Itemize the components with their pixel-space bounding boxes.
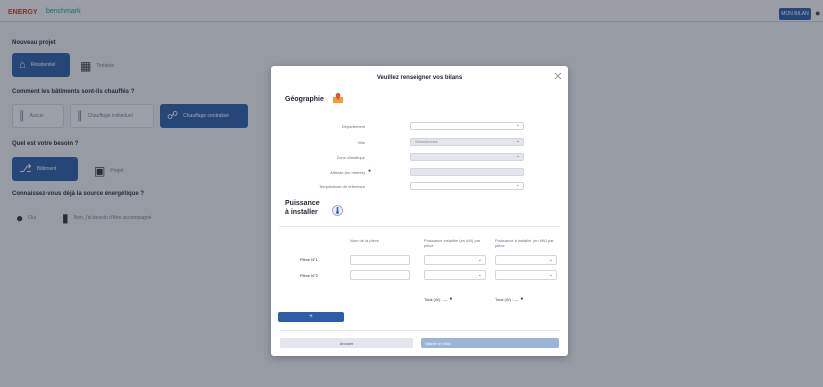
section-power-title: Puissance à installer: [285, 200, 320, 216]
field-label-department: Département: [341, 124, 365, 129]
col-header-room: Nom de la pièce: [350, 238, 379, 243]
chevron-down-icon: ⌄: [477, 257, 482, 263]
room-1-installed-select[interactable]: ⌄: [424, 255, 486, 265]
info-icon[interactable]: ●: [368, 168, 371, 174]
temperature-input[interactable]: ⌄: [410, 182, 524, 190]
chevron-down-icon: ⌄: [548, 257, 553, 263]
total-needed-value: Total (W) : —: [495, 296, 519, 302]
field-label-city: Ville: [357, 140, 366, 145]
field-label-temperature: Température de référence: [318, 184, 365, 189]
chevron-down-icon: ⌄: [515, 122, 520, 128]
divider: [279, 330, 560, 331]
info-icon[interactable]: ●: [449, 296, 452, 302]
field-label-altitude: Altitude (en mètres): [330, 170, 365, 175]
department-select[interactable]: ⌄: [410, 122, 524, 130]
divider: [279, 226, 560, 227]
chevron-down-icon: ⌄: [515, 138, 520, 144]
total-installed-value: Total (W) : —: [424, 296, 448, 302]
section-geography-title: Géographie: [285, 96, 324, 103]
add-room-button[interactable]: +: [278, 312, 344, 322]
modal-title: Veuillez renseigner vos bilans: [376, 75, 463, 81]
city-select[interactable]: Sélectionnez ⌄: [410, 138, 524, 146]
cancel-button[interactable]: Annuler: [280, 338, 413, 348]
field-value: Sélectionnez: [415, 139, 438, 144]
close-icon[interactable]: [554, 72, 562, 80]
col-header-installed: Puissance installée (en kW) par pièce: [424, 238, 481, 248]
row-label-room-2: Pièce N°2: [300, 273, 318, 278]
altitude-input[interactable]: [410, 168, 524, 176]
map-pin-icon: [333, 93, 343, 103]
info-icon[interactable]: ●: [520, 296, 523, 302]
chevron-down-icon: ⌄: [515, 182, 520, 188]
room-2-installed-select[interactable]: ⌄: [424, 270, 486, 280]
room-1-name-input[interactable]: [350, 255, 410, 265]
row-label-room-1: Pièce N°1: [300, 257, 318, 262]
field-label-climate: Zone climatique: [336, 155, 365, 160]
room-2-name-input[interactable]: [350, 270, 410, 280]
chevron-down-icon: ⌄: [515, 153, 520, 159]
room-2-needed-select[interactable]: ⌄: [495, 270, 557, 280]
thermometer-icon: [332, 205, 343, 216]
room-1-needed-select[interactable]: ⌄: [495, 255, 557, 265]
chevron-down-icon: ⌄: [548, 272, 553, 278]
total-installed: Total (W) : — ●: [424, 296, 452, 302]
climate-zone-select[interactable]: ⌄: [410, 153, 524, 161]
total-needed: Total (W) : — ●: [495, 296, 523, 302]
validate-bilan-button[interactable]: Valider le bilan: [421, 338, 559, 348]
chevron-down-icon: ⌄: [477, 272, 482, 278]
col-header-needed: Puissance à installer (en kW) par pièce: [495, 238, 554, 248]
